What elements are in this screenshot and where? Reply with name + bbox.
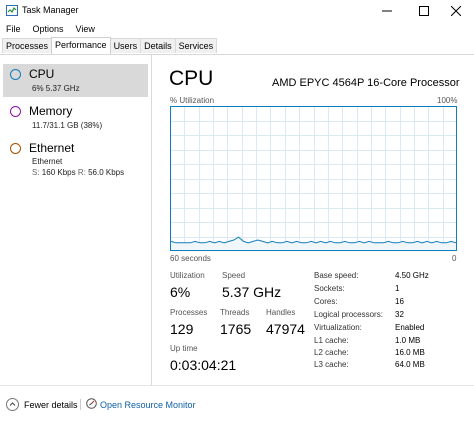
processes-value: 129	[170, 321, 194, 337]
receive-label: R:	[77, 168, 86, 177]
processes-label: Processes	[170, 308, 208, 317]
maximize-icon	[419, 6, 429, 16]
time-axis-label: 60 seconds	[170, 254, 211, 263]
utilization-axis-max: 100%	[437, 96, 458, 105]
minimize-icon	[382, 10, 392, 12]
uptime-value: 0:03:04:21	[170, 357, 237, 373]
close-icon	[451, 6, 461, 16]
send-value: 160 Kbps	[41, 168, 76, 177]
sockets-label: Sockets:	[314, 284, 345, 293]
sockets-value: 1	[395, 284, 400, 293]
page-title: CPU	[169, 67, 214, 90]
utilization-label: Utilization	[170, 271, 205, 280]
l2-cache-value: 16.0 MB	[395, 348, 425, 357]
processor-name: AMD EPYC 4564P 16-Core Processor	[272, 77, 460, 89]
send-label: S:	[32, 168, 40, 177]
handles-label: Handles	[266, 308, 296, 317]
logical-processors-value: 32	[395, 310, 404, 319]
tab-processes[interactable]: Processes	[2, 38, 53, 53]
open-resource-monitor-link[interactable]: Open Resource Monitor	[100, 400, 196, 410]
sidebar-item-cpu[interactable]: CPU 6% 5.37 GHz	[3, 64, 148, 97]
virtualization-label: Virtualization:	[314, 323, 362, 332]
cores-value: 16	[395, 297, 404, 306]
sidebar-item-label: Memory	[29, 104, 73, 118]
task-manager-icon	[6, 5, 18, 16]
sidebar-item-detail: 6% 5.37 GHz	[32, 84, 80, 93]
tab-services[interactable]: Services	[174, 38, 218, 53]
cpu-indicator-icon	[10, 69, 21, 80]
menu-view[interactable]: View	[70, 22, 101, 37]
handles-value: 47974	[266, 321, 305, 337]
sidebar-item-memory[interactable]: Memory 11.7/31.1 GB (38%)	[3, 101, 148, 134]
uptime-label: Up time	[170, 344, 198, 353]
chevron-up-icon[interactable]	[6, 398, 19, 411]
menu-file[interactable]: File	[0, 22, 27, 37]
menu-bar: File Options View	[0, 22, 101, 37]
time-axis-min: 0	[452, 254, 457, 263]
sidebar-item-ethernet[interactable]: Ethernet Ethernet S: 160 Kbps R: 56.0 Kb…	[3, 138, 148, 180]
menu-options[interactable]: Options	[27, 22, 70, 37]
cpu-usage-graph	[170, 106, 457, 251]
l3-cache-value: 64.0 MB	[395, 360, 425, 369]
tab-performance[interactable]: Performance	[51, 37, 111, 54]
ethernet-indicator-icon	[10, 143, 21, 154]
footer-separator	[80, 399, 81, 410]
base-speed-label: Base speed:	[314, 271, 359, 280]
tab-details[interactable]: Details	[140, 38, 176, 53]
resource-monitor-icon[interactable]	[86, 398, 97, 409]
speed-label: Speed	[222, 271, 246, 280]
virtualization-value: Enabled	[395, 323, 425, 332]
utilization-value: 6%	[170, 284, 191, 300]
fewer-details-link[interactable]: Fewer details	[24, 400, 78, 410]
receive-value: 56.0 Kbps	[88, 168, 125, 177]
resource-sidebar: CPU 6% 5.37 GHz Memory 11.7/31.1 GB (38%…	[0, 55, 152, 385]
sidebar-item-detail: 11.7/31.1 GB (38%)	[32, 121, 103, 130]
l3-cache-label: L3 cache:	[314, 360, 349, 369]
sidebar-item-detail: Ethernet	[32, 157, 63, 166]
sidebar-item-label: Ethernet	[29, 141, 75, 155]
l1-cache-value: 1.0 MB	[395, 336, 421, 345]
utilization-axis-label: % Utilization	[170, 96, 215, 105]
memory-indicator-icon	[10, 106, 21, 117]
cores-label: Cores:	[314, 297, 338, 306]
ethernet-throughput: S: 160 Kbps R: 56.0 Kbps	[32, 168, 124, 177]
tab-strip: Processes Performance Users Details Serv…	[2, 37, 218, 54]
close-button[interactable]	[438, 0, 474, 22]
tab-users[interactable]: Users	[109, 38, 142, 53]
sidebar-item-label: CPU	[29, 67, 55, 81]
l1-cache-label: L1 cache:	[314, 336, 349, 345]
threads-label: Threads	[220, 308, 250, 317]
window-title: Task Manager	[22, 5, 79, 15]
logical-processors-label: Logical processors:	[314, 310, 383, 319]
threads-value: 1765	[220, 321, 252, 337]
footer-divider	[0, 385, 474, 386]
base-speed-value: 4.50 GHz	[395, 271, 429, 280]
speed-value: 5.37 GHz	[222, 284, 282, 300]
l2-cache-label: L2 cache:	[314, 348, 349, 357]
